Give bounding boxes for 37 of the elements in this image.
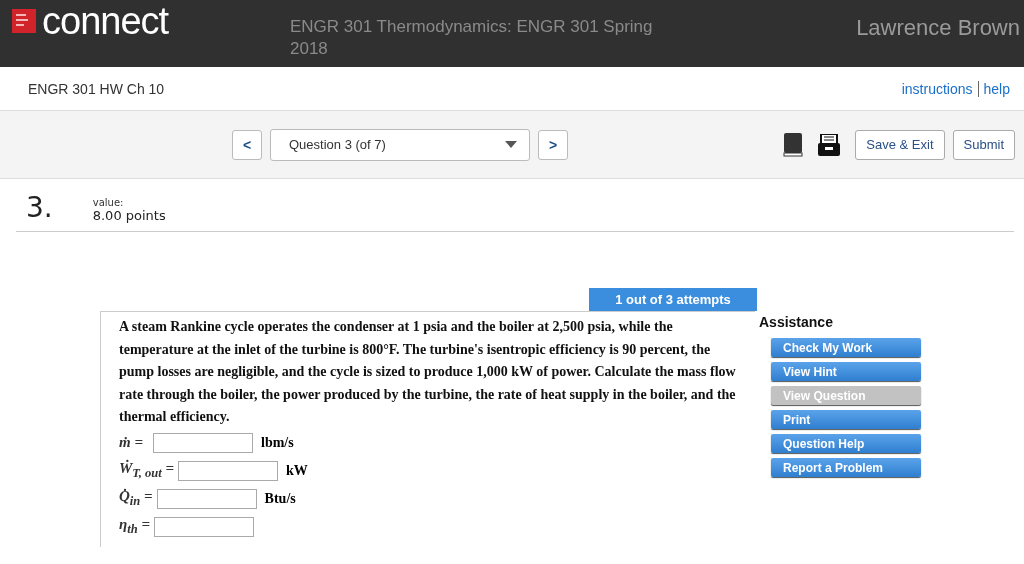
logo-icon — [12, 9, 36, 33]
unit-label: lbm/s — [261, 434, 294, 451]
next-button[interactable]: > — [538, 129, 568, 160]
assistance-button[interactable]: Check My Work — [771, 338, 921, 357]
assistance-button[interactable]: Print — [771, 410, 921, 429]
book-icon[interactable] — [783, 132, 804, 157]
attempts-badge: 1 out of 3 attempts — [589, 288, 757, 311]
question-text: A steam Rankine cycle operates the condenser at 1 psia and the boiler at 2,500 psia, while the temperature at the inlet of the turbine is 800°F. The turbine's isentropic efficiency is 90 percent, the pump losses are negligible, and the cycle is sized to produce 1,000 kW of power. Calculate the mass flow rate through the boiler, the power produced by the turbine, the rate of heat supply in the boiler, and the thermal efficiency. — [119, 318, 737, 426]
assignment-title: ENGR 301 HW Ch 10 — [28, 80, 165, 97]
answer-field[interactable] — [156, 488, 257, 509]
answer-field[interactable] — [154, 516, 254, 537]
assistance-title: Assistance — [759, 314, 834, 330]
caret-icon — [505, 141, 517, 148]
assistance-button[interactable]: View Hint — [771, 362, 921, 381]
variable-label: Ẇ$_{T, out}$ = — [119, 460, 175, 481]
unit-label: Btu/s — [264, 490, 296, 507]
variable-label: ṁ = — [119, 434, 144, 451]
brand-logo: connect — [42, 6, 169, 36]
user-name: Lawrence Brown — [856, 14, 1021, 41]
points-value: 8.00 points — [92, 208, 166, 223]
submit-button[interactable]: Submit — [952, 129, 1015, 160]
course-title: ENGR 301 Thermodynamics: ENGR 301 Spring 2018 — [290, 16, 654, 60]
assistance-button[interactable]: Report a Problem — [771, 458, 921, 477]
value-label: value: — [92, 197, 125, 208]
question-number: 3. — [26, 190, 53, 226]
variable-label: Q̇$_{in}$ = — [119, 488, 153, 509]
save-exit-button[interactable]: Save & Exit — [855, 129, 945, 160]
answer-field[interactable] — [178, 460, 279, 481]
header-link[interactable]: help — [977, 80, 1010, 97]
variable-label: η$_{th}$ = — [119, 516, 150, 537]
previous-button[interactable]: < — [232, 129, 262, 160]
question-select[interactable]: Question 3 (of 7) — [270, 128, 530, 161]
unit-label: kW — [286, 462, 308, 479]
file-drawer-icon[interactable] — [817, 133, 842, 156]
header-link[interactable]: instructions — [901, 80, 973, 97]
answer-field[interactable] — [153, 432, 253, 453]
assistance-button[interactable]: Question Help — [771, 434, 921, 453]
